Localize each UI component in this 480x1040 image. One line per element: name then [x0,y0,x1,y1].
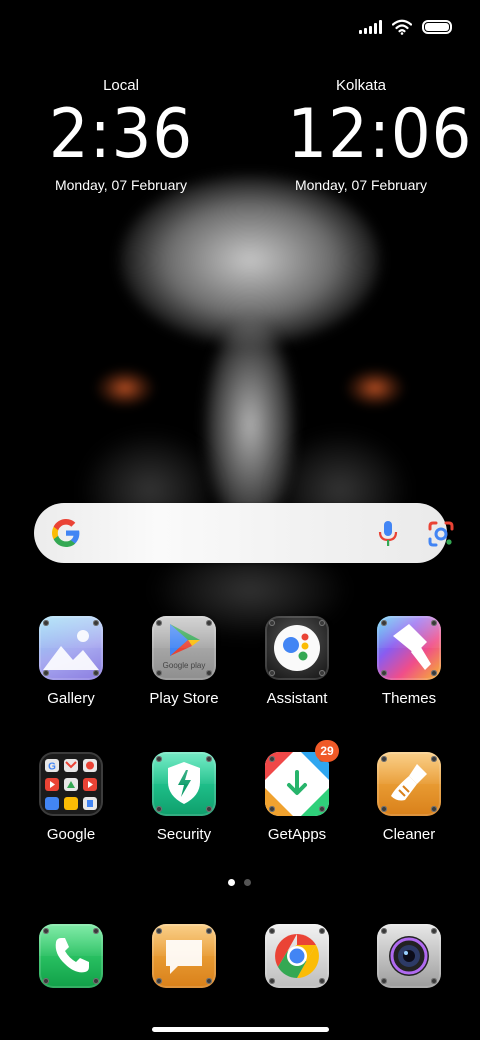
page-dot-2[interactable] [244,879,251,886]
clock-local[interactable]: Local 2:36 Monday, 07 February [41,76,201,194]
lens-icon[interactable] [427,520,455,548]
getapps-icon [265,752,329,816]
app-google-folder[interactable]: G Google [21,752,121,845]
app-security[interactable]: Security [134,752,234,845]
dock-camera[interactable] [359,924,459,988]
app-getapps[interactable]: GetApps [247,752,347,845]
clock-time: 12:06 [287,95,473,174]
clock-kolkata[interactable]: Kolkata 12:06 Monday, 07 February [281,76,473,194]
clock-city: Kolkata [335,77,387,94]
wifi-icon [392,19,412,35]
app-cleaner[interactable]: Cleaner [359,752,459,845]
cleaner-icon [377,752,441,816]
app-play-store[interactable]: Google play Play Store [134,616,234,709]
security-icon [152,752,216,816]
chrome-icon [265,924,329,988]
google-folder-icon: G [39,752,103,816]
home-indicator[interactable] [152,1027,329,1032]
app-label: Gallery [47,690,95,707]
clock-date: Monday, 07 February [294,177,428,193]
themes-icon [377,616,441,680]
assistant-icon [265,616,329,680]
notification-badge: 29 [315,740,339,762]
clock-date: Monday, 07 February [54,177,188,193]
phone-icon [39,924,103,988]
camera-icon [377,924,441,988]
app-label: Assistant [266,690,328,707]
messages-icon [152,924,216,988]
dock-chrome[interactable] [247,924,347,988]
battery-icon [422,20,452,34]
app-label: Themes [381,690,437,707]
google-search-bar[interactable] [34,503,454,563]
dock-messages[interactable] [134,924,234,988]
wallpaper-eye-left [95,368,155,408]
page-dot-1[interactable] [228,879,235,886]
wallpaper-eye-right [345,368,405,408]
clock-time: 2:36 [48,95,194,174]
app-label: Security [156,826,212,843]
app-label: Google [46,826,96,843]
clock-city: Local [103,77,139,94]
app-label: Cleaner [382,826,436,843]
app-label: Play Store [149,690,219,707]
svg-text:G: G [48,762,56,773]
app-themes[interactable]: Themes [359,616,459,709]
google-logo [52,519,80,547]
dock-phone[interactable] [21,924,121,988]
signal-icon [359,20,382,34]
gallery-icon [39,616,103,680]
page-indicator [228,879,251,886]
status-bar [359,14,452,40]
app-gallery[interactable]: Gallery [21,616,121,709]
play-store-icon-text: Google play [162,661,206,670]
app-label: GetApps [267,826,327,843]
mic-icon[interactable] [375,520,401,548]
app-assistant[interactable]: Assistant [247,616,347,709]
play-store-icon: Google play [152,616,216,680]
